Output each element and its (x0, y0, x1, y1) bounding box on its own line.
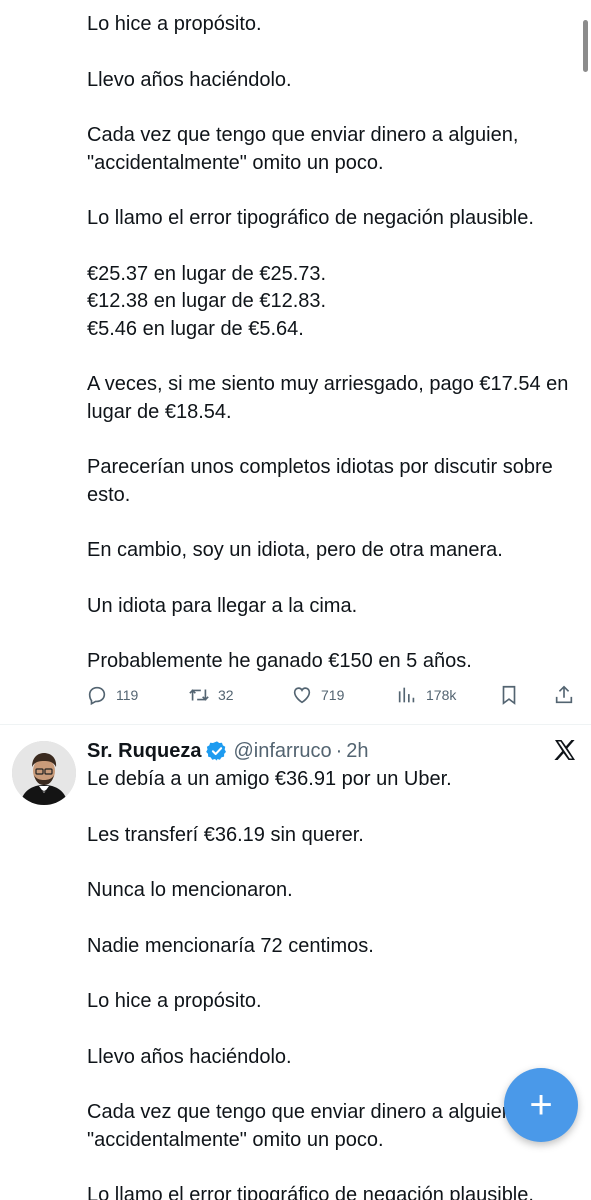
retweet-button[interactable]: 32 (188, 684, 234, 706)
author-handle[interactable]: @infarruco (233, 740, 331, 763)
tweet-paragraph: Nunca lo mencionaron. (87, 879, 293, 901)
bookmark-button[interactable] (498, 684, 520, 706)
plus-icon: + (529, 1083, 553, 1127)
tweet-paragraph: €25.37 en lugar de €25.73. €12.38 en lug… (87, 262, 327, 340)
tweet-paragraph: Lo hice a propósito. (87, 13, 262, 35)
reply-button[interactable]: 119 (86, 684, 138, 706)
tweet-paragraph: Le debía a un amigo €36.91 por un Uber. (87, 768, 452, 790)
share-icon (555, 685, 573, 704)
tweet-paragraph: Llevo años haciéndolo. (87, 68, 292, 91)
reply-count: 119 (116, 687, 139, 703)
author-name[interactable]: Sr. Ruqueza (87, 740, 201, 763)
tweet-paragraph: Llevo años haciéndolo. (87, 1045, 292, 1068)
retweet-icon (189, 689, 209, 701)
views-count: 178k (426, 687, 457, 703)
tweet-paragraph: Cada vez que tengo que enviar dinero a a… (87, 124, 519, 174)
tweet-divider (0, 724, 591, 725)
like-count: 719 (321, 687, 345, 703)
reply-icon (88, 686, 106, 706)
retweet-count: 32 (218, 687, 234, 703)
tweet-paragraph: Lo llamo el error tipográfico de negació… (87, 1184, 534, 1200)
tweet-paragraph: Parecerían unos completos idiotas por di… (87, 456, 553, 506)
tweet-paragraph: Lo hice a propósito. (87, 990, 262, 1012)
tweet-paragraph: Lo llamo el error tipográfico de negació… (87, 207, 534, 229)
tweet-header: Sr. Ruqueza @infarruco · 2h (87, 737, 369, 765)
views-button[interactable]: 178k (396, 684, 456, 706)
avatar[interactable] (12, 741, 76, 805)
heart-icon (293, 687, 311, 704)
separator-dot: · (335, 739, 343, 762)
compose-button[interactable]: + (504, 1068, 578, 1142)
x-logo-icon[interactable] (553, 738, 577, 762)
tweet-paragraph: Nadie mencionaría 72 centimos. (87, 934, 374, 957)
tweet-paragraph: A veces, si me siento muy arriesgado, pa… (87, 373, 569, 423)
tweet-paragraph: Les transferí €36.19 sin querer. (87, 823, 364, 846)
verified-badge-icon (206, 741, 227, 761)
tweet-body-bottom: Le debía a un amigo €36.91 por un Uber. … (87, 766, 582, 1200)
like-button[interactable]: 719 (291, 684, 344, 706)
scrollbar[interactable] (583, 20, 588, 72)
views-icon (398, 687, 415, 703)
bookmark-icon (502, 685, 516, 705)
share-button[interactable] (553, 684, 575, 706)
tweet-action-bar: 119 32 719 178k (86, 680, 581, 710)
tweet-paragraph: Probablemente he ganado €150 en 5 años. (87, 650, 472, 672)
avatar-image (12, 741, 76, 805)
tweet-paragraph: Un idiota para llegar a la cima. (87, 594, 358, 617)
tweet-paragraph: En cambio, soy un idiota, pero de otra m… (87, 539, 503, 561)
tweet-timestamp[interactable]: 2h (346, 740, 368, 763)
